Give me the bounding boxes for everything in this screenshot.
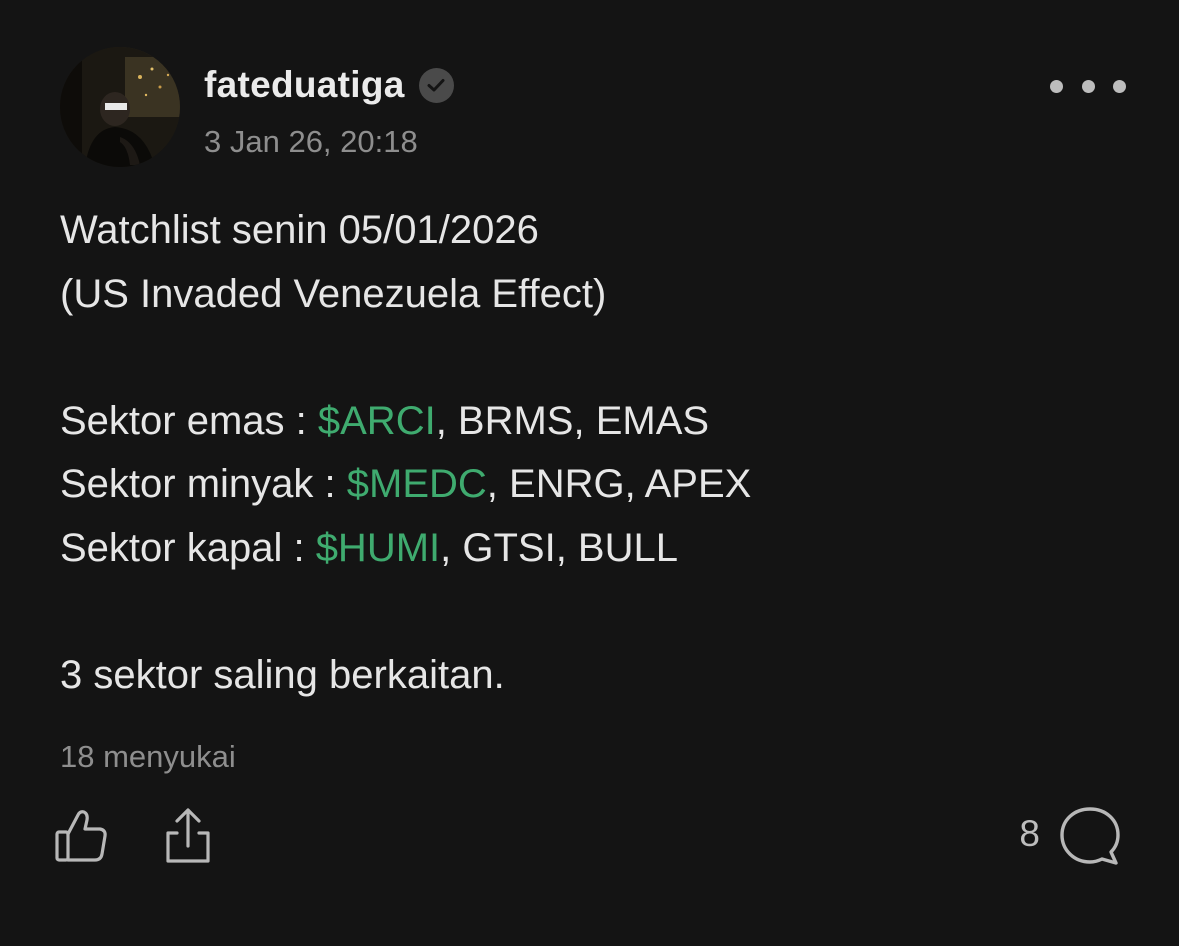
- ticker-link[interactable]: $HUMI: [316, 526, 440, 570]
- avatar-image: [60, 47, 180, 167]
- likes-count[interactable]: 18 menyukai: [60, 739, 236, 775]
- verified-check-icon: [418, 67, 454, 103]
- post-card: fateduatiga 3 Jan 26, 20:18 Watchlist se…: [0, 0, 1179, 946]
- comment-bubble-icon: [1060, 807, 1120, 865]
- sector-tickers: , GTSI, BULL: [440, 525, 678, 570]
- post-line-closing: 3 sektor saling berkaitan.: [60, 652, 505, 697]
- avatar[interactable]: [60, 47, 180, 167]
- author-row: fateduatiga: [204, 62, 454, 108]
- share-icon: [166, 808, 210, 863]
- ticker-link[interactable]: $ARCI: [318, 399, 436, 443]
- sector-label: Sektor emas :: [60, 398, 318, 443]
- sector-label: Sektor minyak :: [60, 462, 347, 506]
- more-options-button[interactable]: [1050, 72, 1126, 100]
- post-line-title: Watchlist senin 05/01/2026: [60, 208, 539, 252]
- sector-tickers: , ENRG, APEX: [486, 462, 752, 506]
- username[interactable]: fateduatiga: [204, 64, 405, 106]
- sector-line-oil: Sektor minyak : $MEDC, ENRG, APEX: [60, 453, 1120, 517]
- sector-line-gold: Sektor emas : $ARCI, BRMS, EMAS: [60, 390, 1120, 454]
- like-button[interactable]: [52, 806, 112, 866]
- more-horizontal-icon: [1050, 79, 1063, 93]
- comment-button[interactable]: [1057, 805, 1123, 869]
- post-body: Watchlist senin 05/01/2026 (US Invaded V…: [60, 199, 1120, 707]
- post-line-subtitle: (US Invaded Venezuela Effect): [60, 271, 607, 316]
- comment-count: 8: [1019, 813, 1040, 854]
- sector-tickers: , BRMS, EMAS: [435, 398, 710, 443]
- post-timestamp: 3 Jan 26, 20:18: [204, 124, 418, 159]
- ticker-link[interactable]: $MEDC: [347, 462, 487, 506]
- sector-line-shipping: Sektor kapal : $HUMI, GTSI, BULL: [60, 517, 1120, 581]
- sector-label: Sektor kapal :: [60, 525, 316, 570]
- share-button[interactable]: [160, 806, 216, 866]
- thumbs-up-icon: [55, 810, 107, 862]
